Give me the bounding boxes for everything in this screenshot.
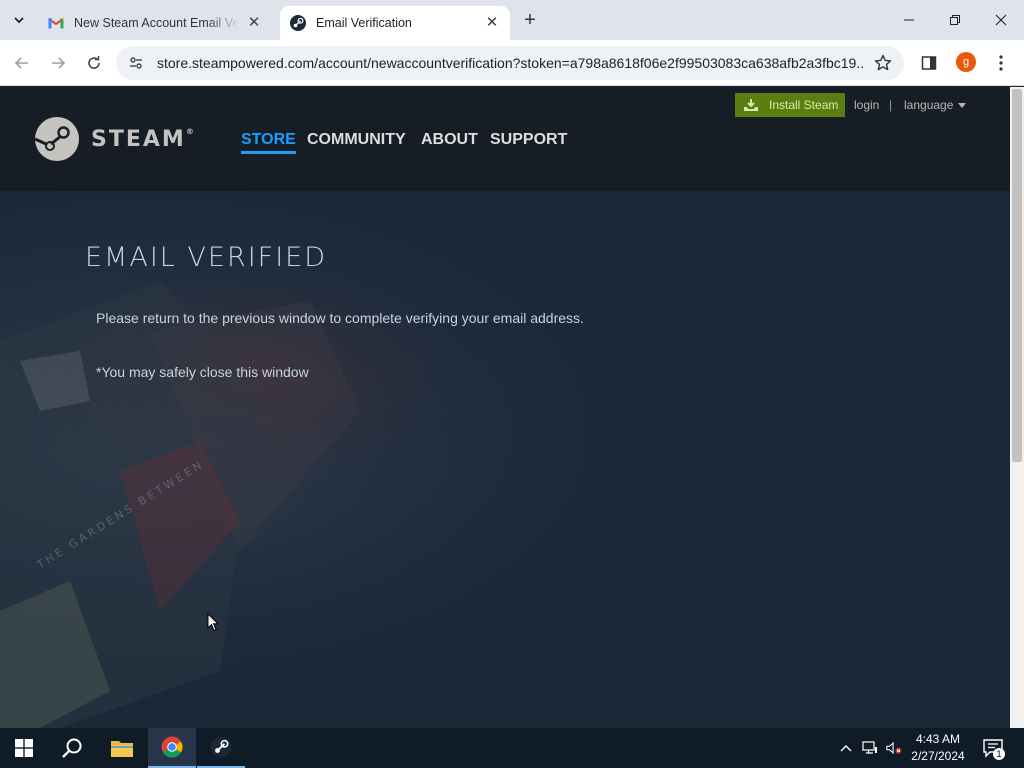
tab-gmail[interactable]: New Steam Account Email Verification ✕ bbox=[38, 6, 272, 40]
caret-down-icon bbox=[958, 102, 967, 108]
page-scrollbar[interactable] bbox=[1010, 87, 1024, 728]
gmail-icon bbox=[48, 15, 64, 31]
folder-icon bbox=[111, 741, 133, 757]
restore-icon bbox=[950, 15, 960, 25]
chrome-icon bbox=[161, 736, 183, 758]
reload-button[interactable] bbox=[82, 51, 106, 75]
install-steam-label: Install Steam bbox=[769, 98, 839, 112]
steam-header: Install Steam login | language STEAM® ST… bbox=[0, 87, 1010, 191]
steam-icon bbox=[290, 15, 306, 31]
taskbar-clock[interactable]: 4:43 AM 2/27/2024 bbox=[906, 731, 970, 765]
header-separator: | bbox=[889, 98, 893, 112]
url-text[interactable]: store.steampowered.com/account/newaccoun… bbox=[157, 55, 863, 71]
steam-logo-text: STEAM® bbox=[91, 126, 196, 152]
arrow-right-icon bbox=[52, 57, 66, 69]
arrow-left-icon bbox=[14, 57, 28, 69]
download-icon bbox=[743, 98, 759, 112]
more-vertical-icon bbox=[999, 55, 1003, 71]
chrome-taskbar-button[interactable] bbox=[148, 728, 196, 768]
close-window-button[interactable] bbox=[986, 6, 1016, 34]
file-explorer-button[interactable] bbox=[98, 728, 146, 768]
new-tab-button[interactable]: + bbox=[519, 10, 541, 32]
forward-button[interactable] bbox=[46, 51, 70, 75]
site-info-icon[interactable] bbox=[126, 53, 146, 73]
close-tab-icon[interactable]: ✕ bbox=[246, 15, 262, 31]
volume-tray-icon[interactable] bbox=[886, 740, 902, 756]
close-tab-icon[interactable]: ✕ bbox=[484, 15, 500, 31]
side-panel-button[interactable] bbox=[918, 52, 940, 74]
nav-community[interactable]: COMMUNITY bbox=[307, 131, 406, 149]
mouse-cursor-icon bbox=[207, 613, 219, 632]
network-icon bbox=[862, 741, 877, 754]
chevron-down-icon bbox=[14, 17, 24, 24]
tab-title: Email Verification bbox=[316, 16, 412, 30]
bookmark-star-icon[interactable] bbox=[874, 54, 892, 72]
windows-taskbar: 4:43 AM 2/27/2024 1 bbox=[0, 728, 1024, 768]
nav-support[interactable]: SUPPORT bbox=[490, 131, 567, 149]
nav-store[interactable]: STORE bbox=[241, 131, 296, 154]
language-dropdown[interactable]: language bbox=[904, 98, 967, 112]
clock-time: 4:43 AM bbox=[915, 732, 961, 746]
address-bar[interactable]: store.steampowered.com/account/newaccoun… bbox=[116, 46, 904, 80]
login-link[interactable]: login bbox=[854, 98, 879, 112]
minimize-icon bbox=[904, 19, 914, 21]
steam-logo-icon bbox=[35, 117, 79, 161]
browser-toolbar: store.steampowered.com/account/newaccoun… bbox=[0, 40, 1024, 86]
volume-muted-icon bbox=[886, 741, 902, 755]
tab-email-verification[interactable]: Email Verification ✕ bbox=[280, 6, 510, 40]
chrome-menu-button[interactable] bbox=[990, 52, 1012, 74]
verification-content: EMAIL VERIFIED Please return to the prev… bbox=[85, 242, 584, 380]
steam-logo[interactable]: STEAM® bbox=[35, 117, 196, 161]
steam-taskbar-button[interactable] bbox=[197, 728, 245, 768]
chevron-up-icon bbox=[840, 745, 852, 752]
reload-icon bbox=[88, 56, 100, 69]
close-icon bbox=[995, 14, 1007, 26]
minimize-button[interactable] bbox=[894, 6, 924, 34]
search-icon bbox=[62, 738, 82, 758]
nav-about[interactable]: ABOUT bbox=[421, 131, 478, 149]
verification-message: Please return to the previous window to … bbox=[96, 310, 584, 326]
clock-date: 2/27/2024 bbox=[911, 749, 965, 763]
page-title: EMAIL VERIFIED bbox=[85, 242, 328, 273]
start-button[interactable] bbox=[0, 728, 48, 768]
profile-avatar[interactable]: g bbox=[956, 52, 976, 72]
network-tray-icon[interactable] bbox=[862, 740, 878, 756]
side-panel-icon bbox=[921, 56, 937, 70]
scrollbar-thumb[interactable] bbox=[1012, 89, 1022, 462]
search-button[interactable] bbox=[48, 728, 96, 768]
notification-count-badge: 1 bbox=[993, 748, 1005, 760]
install-steam-button[interactable]: Install Steam bbox=[735, 93, 845, 117]
tab-title: New Steam Account Email Verification bbox=[74, 16, 240, 30]
back-button[interactable] bbox=[10, 51, 34, 75]
steam-page: THE GARDENS BETWEEN Install Steam login … bbox=[0, 87, 1010, 728]
close-window-note: *You may safely close this window bbox=[96, 364, 309, 380]
language-label: language bbox=[904, 98, 954, 112]
restore-button[interactable] bbox=[940, 6, 970, 34]
tab-search-button[interactable] bbox=[6, 8, 32, 32]
tray-overflow-button[interactable] bbox=[838, 740, 854, 756]
windows-logo-icon bbox=[15, 739, 33, 757]
steam-icon bbox=[210, 736, 232, 758]
tab-strip: New Steam Account Email Verification ✕ E… bbox=[0, 0, 1024, 40]
